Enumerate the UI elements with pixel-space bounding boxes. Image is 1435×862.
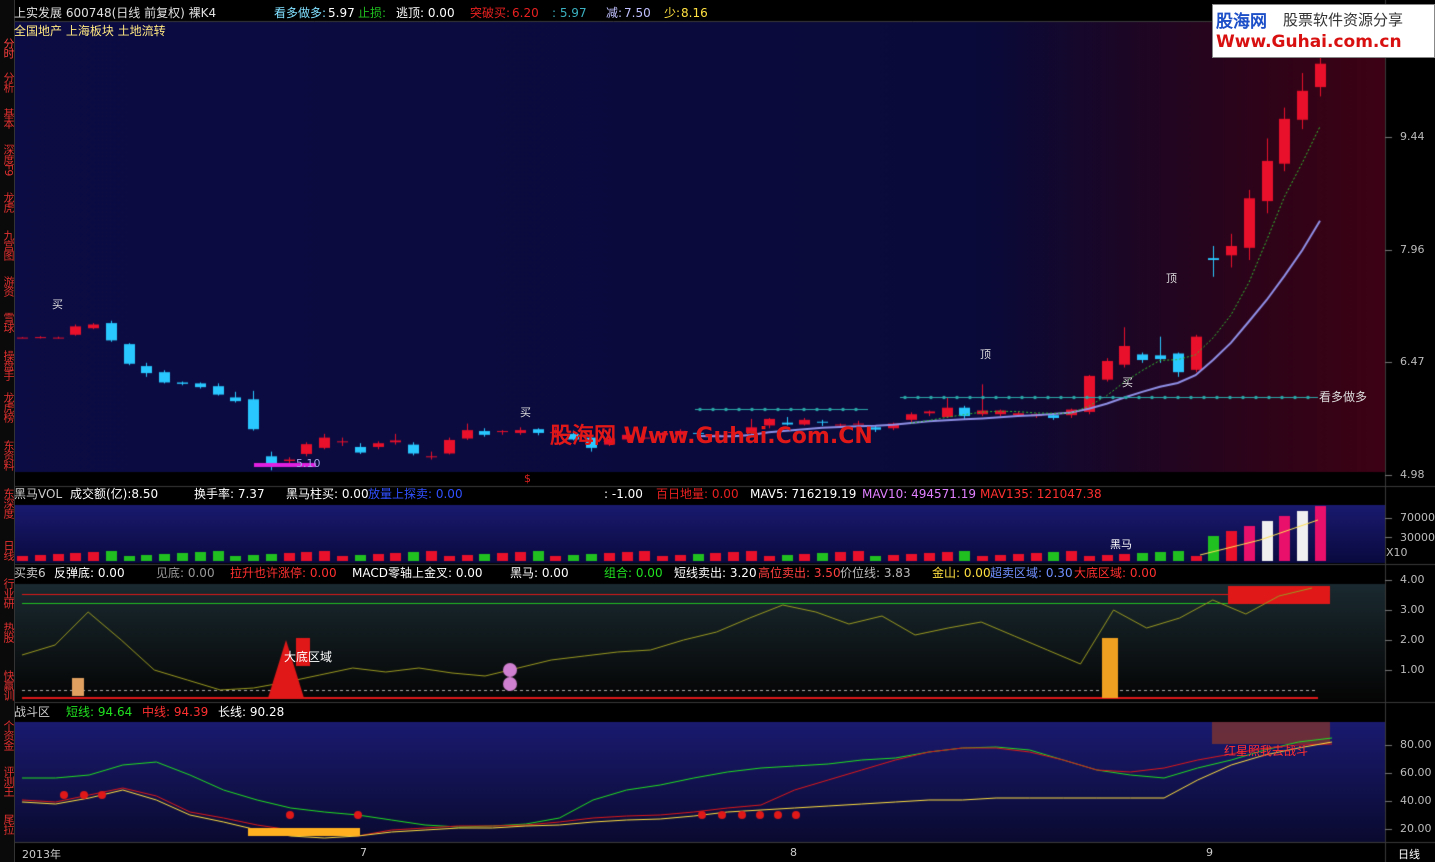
sector-tags[interactable]: 全国地产 上海板块 土地流转 <box>14 23 166 39</box>
sidebar-item[interactable]: 评测王 <box>0 766 15 796</box>
bs-hema: 黑马: 0.00 <box>510 566 569 580</box>
vol-bairi: 百日地量: 0.00 <box>656 487 739 501</box>
battle-panel-name: 战斗区 <box>14 705 51 719</box>
bs-gaowei: 高位卖出: 3.50 <box>758 566 841 580</box>
vol-mav135: MAV135: 121047.38 <box>980 487 1102 501</box>
sidebar-item[interactable]: 分时 <box>0 38 15 58</box>
tupo-value: 6.20 <box>512 6 539 20</box>
kandu-label: 看多做多: <box>274 6 327 20</box>
sidebar-item[interactable]: 龙虎 <box>0 192 15 212</box>
colon-value: : 5.97 <box>552 6 587 20</box>
bs-jiawei: 价位线: 3.83 <box>840 566 911 580</box>
logo-tagline: 股票软件资源分享 <box>1283 11 1404 29</box>
bs-tick: 2.00 <box>1400 633 1425 646</box>
sidebar-item[interactable]: 深度F9 <box>0 144 15 175</box>
vol-tick: 30000 <box>1400 531 1435 544</box>
period-selector[interactable]: 日线 <box>1398 846 1420 862</box>
vol-fangliang: 放量上探卖: 0.00 <box>368 487 463 501</box>
price-tick: 6.47 <box>1400 355 1425 368</box>
logo-brand: 股海网 <box>1216 12 1267 32</box>
shao-label: 少: <box>664 6 681 20</box>
sidebar-item[interactable]: 热股 <box>0 622 15 642</box>
zhisun-label: 止损: <box>358 6 387 20</box>
buy-marker: 买 <box>52 298 63 311</box>
vol-amount: 成交额(亿):8.50 <box>70 487 159 501</box>
sidebar-item[interactable]: 雪球 <box>0 312 15 332</box>
price-tick: 7.96 <box>1400 243 1425 256</box>
sidebar-item[interactable]: 九宫图 <box>0 230 15 260</box>
left-sidebar: 分时分析基本深度F9 龙虎九宫图游资雪球操盘手龙虎榜东资料东深度日线行业研热股快赢… <box>0 0 15 862</box>
bs-duanxian: 短线卖出: 3.20 <box>674 566 757 580</box>
sidebar-item[interactable]: 游资 <box>0 276 15 296</box>
top-marker: 顶 <box>1166 272 1177 285</box>
battle-note: 红星照我去战斗 <box>1224 744 1309 758</box>
dadi-area-label: 大底区域 <box>284 650 333 664</box>
buy-marker: 买 <box>1122 376 1133 389</box>
taoding-value: 逃顶: 0.00 <box>396 6 455 20</box>
sidebar-item[interactable]: 操盘手 <box>0 350 15 380</box>
bs-jiandi: 见底: 0.00 <box>156 566 215 580</box>
vol-mav5: MAV5: 716219.19 <box>750 487 857 501</box>
vol-scale: X10 <box>1386 546 1408 559</box>
sidebar-item[interactable]: 日线 <box>0 540 15 560</box>
bs-fantan: 反弹底: 0.00 <box>54 566 125 580</box>
sidebar-item[interactable]: 行业研 <box>0 578 15 608</box>
battle-tick: 20.00 <box>1400 822 1432 835</box>
time-month: 9 <box>1206 846 1213 859</box>
hema-label: 黑马 <box>1110 538 1132 551</box>
vol-tick: 70000 <box>1400 511 1435 524</box>
logo-url: Www.Guhai.com.cn <box>1216 32 1402 52</box>
vol-mav10: MAV10: 494571.19 <box>862 487 977 501</box>
bs-tick: 1.00 <box>1400 663 1425 676</box>
sidebar-item[interactable]: 东深度 <box>0 488 15 518</box>
vol-turnover: 换手率: 7.37 <box>194 487 265 501</box>
tupo-label: 突破买: <box>470 6 511 20</box>
battle-tick: 80.00 <box>1400 738 1432 751</box>
sidebar-item[interactable]: 个资金 <box>0 720 15 750</box>
time-month: 7 <box>360 846 367 859</box>
kandu-line-label: 看多做多 <box>1319 390 1368 404</box>
bs-chaomai: 超卖区域: 0.30 <box>990 566 1073 580</box>
battle-tick: 60.00 <box>1400 766 1432 779</box>
sidebar-item[interactable]: 基本 <box>0 108 15 128</box>
shao-value: 8.16 <box>681 6 708 20</box>
signal-marker: $ <box>524 472 531 485</box>
bs-jinshan: 金山: 0.00 <box>932 566 991 580</box>
price-tick: 4.98 <box>1400 468 1425 481</box>
bs-tick: 3.00 <box>1400 603 1425 616</box>
battle-chang: 长线: 90.28 <box>218 705 285 719</box>
bs-panel-name: 买卖6 <box>14 566 46 580</box>
jian-label: 减: <box>606 6 623 20</box>
bs-macd: MACD零轴上金叉: 0.00 <box>352 566 483 580</box>
bs-lasheng: 拉升也许涨停: 0.00 <box>230 566 337 580</box>
stock-title: 上实发展 600748(日线 前复权) 裸K4 <box>14 6 217 20</box>
sidebar-item[interactable]: 东资料 <box>0 440 15 470</box>
watermark-text: 股海网 Www.Guhai.Com.CN <box>550 424 873 449</box>
guhai-logo[interactable]: 股海网 股票软件资源分享 Www.Guhai.com.cn <box>1212 4 1435 58</box>
battle-zhong: 中线: 94.39 <box>142 705 209 719</box>
sidebar-item[interactable]: 分析 <box>0 72 15 92</box>
sidebar-item[interactable]: 尾拉 <box>0 814 15 834</box>
buy-marker: 买 <box>520 406 531 419</box>
bs-zuhe: 组合: 0.00 <box>604 566 663 580</box>
bs-tick: 4.00 <box>1400 573 1425 586</box>
battle-tick: 40.00 <box>1400 794 1432 807</box>
sidebar-item[interactable]: 龙虎榜 <box>0 392 15 422</box>
sidebar-item[interactable]: 快赢训 <box>0 670 15 700</box>
top-marker: 顶 <box>980 348 991 361</box>
jian-value: 7.50 <box>624 6 651 20</box>
low-price-label: 5.10 <box>296 457 321 470</box>
vol-neg: : -1.00 <box>604 487 643 501</box>
price-tick: 9.44 <box>1400 130 1425 143</box>
vol-panel-name: 黑马VOL <box>14 487 63 501</box>
vol-hema: 黑马柱买: 0.00 <box>286 487 369 501</box>
time-month: 8 <box>790 846 797 859</box>
time-year: 2013年 <box>22 848 61 861</box>
kandu-value: 5.97 <box>328 6 355 20</box>
bs-dadi: 大底区域: 0.00 <box>1074 566 1157 580</box>
battle-duan: 短线: 94.64 <box>66 705 133 719</box>
